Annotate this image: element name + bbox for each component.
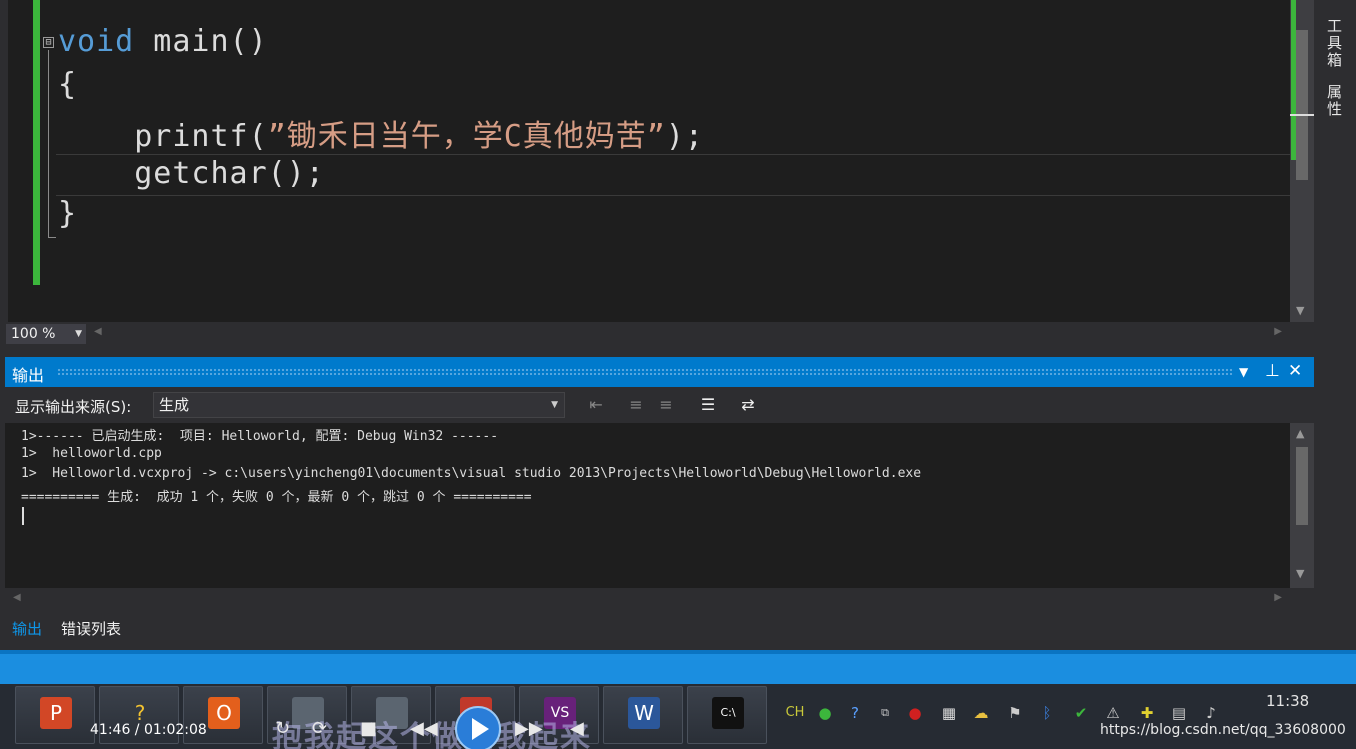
- player-time: 41:46 / 01:02:08: [90, 722, 207, 738]
- help-icon[interactable]: ?: [844, 702, 866, 724]
- warning-icon[interactable]: ⚠: [1102, 702, 1124, 724]
- speaker-icon[interactable]: ♪: [1200, 702, 1222, 724]
- code-line-1: void main(): [58, 24, 268, 59]
- scroll-left-icon[interactable]: ◀: [13, 592, 21, 603]
- powerpoint-icon: P: [40, 697, 72, 729]
- dropdown-icon[interactable]: ▼: [1239, 365, 1248, 379]
- output-scroll-thumb[interactable]: [1296, 447, 1308, 525]
- close-icon[interactable]: ✕: [1288, 361, 1302, 381]
- scrollbar-caret-marker: [1290, 114, 1314, 116]
- play-icon: [472, 718, 489, 740]
- record-icon[interactable]: ●: [904, 702, 926, 724]
- editor-vertical-scrollbar[interactable]: ▼: [1290, 0, 1314, 322]
- output-line: 1> Helloworld.vcxproj -> c:\users\yinche…: [21, 466, 922, 481]
- header-grip: [57, 368, 1234, 375]
- text-caret: [22, 507, 24, 525]
- cloud-icon[interactable]: ☁: [970, 702, 992, 724]
- scroll-right-icon[interactable]: ▶: [1274, 326, 1282, 337]
- editor-gutter: [0, 0, 8, 322]
- taskbar-app-console[interactable]: C:\: [687, 686, 767, 744]
- editor-scroll-thumb[interactable]: [1296, 30, 1308, 180]
- find-message-icon[interactable]: ⇤: [585, 394, 607, 416]
- next-message-icon[interactable]: ≡: [655, 394, 677, 416]
- word-icon: W: [628, 697, 660, 729]
- status-strip: [0, 650, 1356, 654]
- zoom-value: 100 %: [11, 326, 56, 342]
- editor-horizontal-scrollbar[interactable]: ◀ ▶: [92, 326, 1284, 342]
- network-icon[interactable]: ✚: [1136, 702, 1158, 724]
- scroll-left-icon[interactable]: ◀: [94, 326, 102, 337]
- function-signature: main(): [134, 24, 268, 59]
- status-bar: [0, 650, 1356, 684]
- fold-guide-end: [48, 237, 56, 238]
- play-button[interactable]: [455, 706, 501, 749]
- clear-all-icon[interactable]: ☰: [697, 394, 719, 416]
- rotate-icon[interactable]: ↻: [275, 718, 290, 739]
- output-line: 1>------ 已启动生成: 项目: Helloworld, 配置: Debu…: [21, 429, 499, 444]
- office-icon: O: [208, 697, 240, 729]
- chevron-down-icon: ▼: [551, 400, 558, 410]
- code-line-4: getchar();: [58, 156, 325, 191]
- toolbox-tab[interactable]: 工具箱: [1324, 18, 1345, 69]
- output-horizontal-scrollbar[interactable]: ◀ ▶: [5, 588, 1290, 612]
- taskbar-app-powerpoint[interactable]: P: [15, 686, 95, 744]
- bluetooth-icon[interactable]: ᛒ: [1036, 702, 1058, 724]
- network-status-icon[interactable]: ▤: [1168, 702, 1190, 724]
- code-line-5: }: [58, 196, 78, 231]
- output-panel-title: 输出: [12, 366, 45, 385]
- security-icon[interactable]: ✔: [1070, 702, 1092, 724]
- watermark-url: https://blog.csdn.net/qq_33608000: [1100, 722, 1346, 738]
- output-source-select[interactable]: 生成 ▼: [153, 392, 565, 418]
- code-line-3: printf(”锄禾日当午，学C真他妈苦”);: [58, 111, 704, 155]
- word-wrap-icon[interactable]: ⇄: [737, 394, 759, 416]
- output-source-value: 生成: [159, 396, 190, 414]
- change-tracking-bar: [33, 0, 40, 285]
- string-literal: ”锄禾日当午，学C真他妈苦”: [267, 119, 666, 154]
- taskbar: P ? O VS W C:\ 抱我起这个做知我起来 41:46 / 01:02:…: [0, 684, 1356, 749]
- code-line-2: {: [58, 67, 78, 102]
- output-panel-header[interactable]: 输出 ▼ ⊥ ✕: [5, 357, 1314, 387]
- output-source-label: 显示输出来源(S):: [15, 398, 132, 416]
- pin-icon[interactable]: ⊥: [1265, 361, 1280, 381]
- previous-message-icon[interactable]: ≡: [625, 394, 647, 416]
- chevron-down-icon: ▼: [75, 329, 82, 339]
- tray-app-icon[interactable]: ●: [814, 702, 836, 724]
- refresh-icon[interactable]: ⟳: [312, 718, 327, 739]
- flag-icon[interactable]: ⚑: [1004, 702, 1026, 724]
- ime-indicator[interactable]: CH: [784, 702, 806, 724]
- printf-call: printf(: [58, 119, 268, 154]
- output-text-area[interactable]: 1>------ 已启动生成: 项目: Helloworld, 配置: Debu…: [5, 423, 1290, 588]
- scroll-down-icon[interactable]: ▼: [1296, 567, 1304, 580]
- screen: ⊟ void main() { printf(”锄禾日当午，学C真他妈苦”); …: [0, 0, 1356, 749]
- film-icon[interactable]: ▦: [938, 702, 960, 724]
- properties-tab[interactable]: 属性: [1324, 84, 1345, 118]
- fold-guide: [48, 50, 49, 238]
- taskbar-app-word[interactable]: W: [603, 686, 683, 744]
- rewind-icon[interactable]: ◀◀: [410, 718, 438, 739]
- restore-icon[interactable]: ⧉: [874, 702, 896, 724]
- output-toolbar: 显示输出来源(S): 生成 ▼ ⇤ ≡ ≡ ☰ ⇄: [5, 387, 1314, 423]
- console-icon: C:\: [712, 697, 744, 729]
- tab-output[interactable]: 输出: [12, 618, 42, 639]
- right-dock: 工具箱 属性: [1314, 0, 1356, 612]
- volume-icon[interactable]: ◀: [570, 718, 584, 739]
- scroll-right-icon[interactable]: ▶: [1274, 592, 1282, 603]
- output-line: 1> helloworld.cpp: [21, 446, 162, 461]
- scroll-down-icon[interactable]: ▼: [1296, 304, 1304, 317]
- collapse-icon[interactable]: ⊟: [43, 37, 54, 48]
- bottom-tab-strip: 输出 错误列表: [0, 612, 1356, 644]
- fast-forward-icon[interactable]: ▶▶: [515, 718, 543, 739]
- code-editor[interactable]: ⊟ void main() { printf(”锄禾日当午，学C真他妈苦”); …: [0, 0, 1290, 322]
- keyword-void: void: [58, 24, 135, 59]
- tab-error-list[interactable]: 错误列表: [61, 618, 121, 639]
- stop-icon[interactable]: ■: [360, 718, 377, 739]
- statement-end: );: [665, 119, 704, 154]
- output-vertical-scrollbar[interactable]: ▲ ▼: [1290, 423, 1314, 588]
- output-line: ========== 生成: 成功 1 个，失败 0 个，最新 0 个，跳过 0…: [21, 490, 532, 505]
- editor-zoom-bar: 100 % ▼ ◀ ▶: [0, 322, 1290, 346]
- zoom-dropdown[interactable]: 100 % ▼: [6, 324, 86, 344]
- scroll-up-icon[interactable]: ▲: [1296, 427, 1304, 440]
- clock[interactable]: 11:38: [1266, 692, 1309, 710]
